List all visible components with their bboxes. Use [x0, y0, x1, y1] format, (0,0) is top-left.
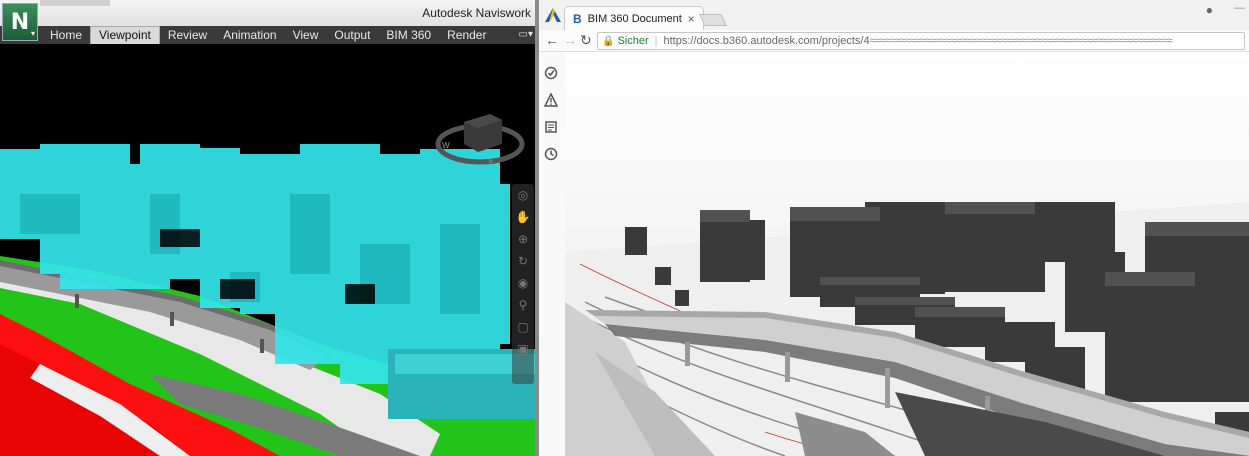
tab-home[interactable]: Home: [42, 27, 90, 44]
tab-viewpoint[interactable]: Viewpoint: [90, 26, 160, 44]
viewcube[interactable]: W S: [434, 104, 526, 168]
clock-icon[interactable]: [544, 147, 558, 161]
address-separator: |: [654, 35, 658, 47]
tab-output[interactable]: Output: [326, 27, 378, 44]
tab-view[interactable]: View: [285, 27, 327, 44]
browser-window: B BIM 360 Document Mana × ● — ← → ↻ 🔒 Si…: [539, 0, 1249, 456]
minimize-icon[interactable]: —: [1234, 2, 1245, 14]
chevron-down-icon: ▾: [30, 29, 35, 38]
reload-icon[interactable]: ↻: [580, 32, 592, 49]
checklist-icon[interactable]: [544, 66, 558, 80]
navigation-bar: ← → ↻ 🔒 Sicher | https://docs.b360.autod…: [539, 30, 1249, 52]
profile-icon[interactable]: ●: [1206, 3, 1213, 17]
viewcube-widget: W S: [435, 114, 525, 165]
navisworks-title-bar: Autodesk Naviswork: [0, 0, 537, 26]
navisworks-logo-icon: N: [10, 9, 30, 35]
security-label: Sicher: [617, 35, 649, 47]
address-bar[interactable]: 🔒 Sicher | https://docs.b360.autodesk.co…: [597, 32, 1245, 50]
browser-tab[interactable]: B BIM 360 Document Mana ×: [564, 6, 704, 30]
document-icon[interactable]: [544, 120, 558, 134]
navisworks-window: Autodesk Naviswork N ▾ Home Viewpoint Re…: [0, 0, 537, 456]
orbit-icon[interactable]: ↻: [512, 250, 534, 272]
tab-review[interactable]: Review: [160, 27, 215, 44]
navigation-bar: ◎ ✋ ⊕ ↻ ◉ ⚲ ▢ ▣: [512, 184, 534, 384]
new-tab-button[interactable]: [699, 14, 727, 26]
back-arrow-icon[interactable]: ←: [545, 32, 559, 48]
tab-title: BIM 360 Document Mana: [587, 12, 684, 25]
tab-animation[interactable]: Animation: [215, 27, 284, 44]
warning-icon[interactable]: [544, 93, 558, 107]
lock-icon: 🔒: [602, 35, 615, 47]
steering-wheel-icon[interactable]: ◎: [512, 184, 534, 206]
forward-arrow-icon[interactable]: →: [563, 32, 577, 48]
look-icon[interactable]: ◉: [512, 272, 534, 294]
desktop: Autodesk Naviswork N ▾ Home Viewpoint Re…: [0, 0, 1249, 456]
walk-icon[interactable]: ⚲: [512, 294, 534, 316]
navisworks-3d-viewport[interactable]: W S ◎ ✋ ⊕ ↻ ◉ ⚲ ▢ ▣: [0, 44, 537, 456]
ribbon-options-icon[interactable]: ▭▾: [519, 29, 533, 40]
quick-access-toolbar[interactable]: [40, 0, 110, 6]
compass-west-label: W: [442, 141, 450, 150]
viewer-sidebar: [539, 52, 565, 456]
bim-360-favicon-icon: B: [573, 11, 582, 26]
bim-360-model-viewer[interactable]: [565, 52, 1249, 456]
pan-hand-icon[interactable]: ✋: [512, 206, 534, 228]
autodesk-logo-icon: [545, 8, 561, 22]
ribbon-tab-bar: Home Viewpoint Review Animation View Out…: [0, 26, 537, 44]
bim-360-model-render: [565, 52, 1249, 456]
tab-strip: B BIM 360 Document Mana × ● —: [539, 0, 1249, 30]
url-text: https://docs.b360.autodesk.com/projects/…: [663, 35, 870, 47]
application-menu-button[interactable]: N ▾: [2, 3, 38, 41]
close-icon[interactable]: ×: [688, 12, 695, 26]
tab-render[interactable]: Render: [439, 27, 494, 44]
select-icon[interactable]: ▢: [512, 316, 534, 338]
app-title: Autodesk Naviswork: [422, 6, 531, 20]
tab-bim-360[interactable]: BIM 360: [378, 27, 439, 44]
redacted-url-scribble: ≈≈≈≈≈≈≈≈≈≈≈≈≈≈≈≈≈≈≈≈≈≈≈≈≈≈≈≈≈≈≈≈≈≈≈≈≈≈≈≈…: [869, 35, 1173, 47]
zoom-extents-icon[interactable]: ▣: [512, 338, 534, 360]
compass-south-label: S: [488, 158, 493, 165]
zoom-icon[interactable]: ⊕: [512, 228, 534, 250]
